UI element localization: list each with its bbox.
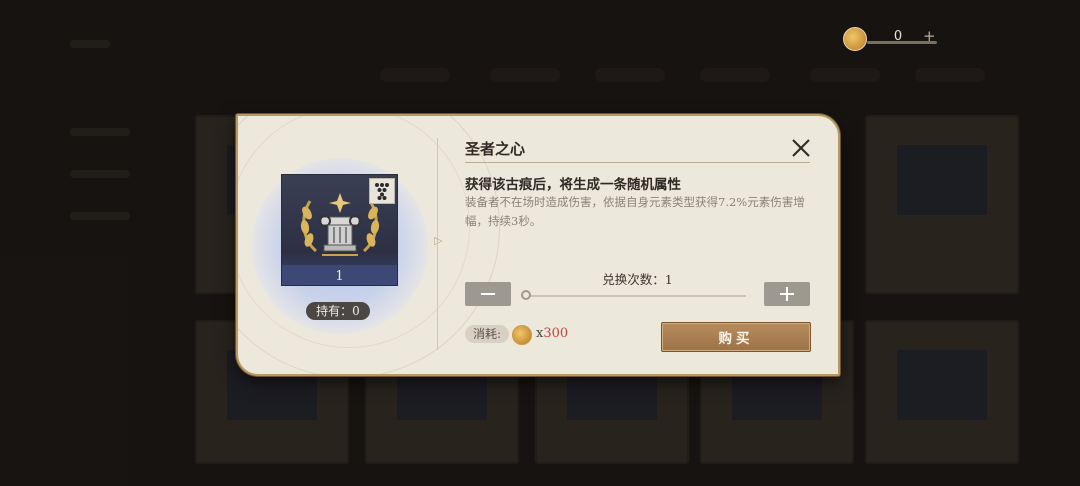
quantity-slider-track[interactable]: [526, 295, 746, 297]
decrease-button[interactable]: [465, 282, 511, 306]
add-currency-button[interactable]: +: [923, 27, 936, 45]
quantity-slider-handle[interactable]: [521, 290, 531, 300]
coin-icon: [512, 325, 532, 345]
purchase-dialog: 1 持有：0 ▷ 圣者之心 获得该古痕后，将生成一条随机属性 装备者不在场时造成…: [236, 114, 840, 376]
increase-button[interactable]: [764, 282, 810, 306]
item-count: 1: [335, 269, 344, 284]
close-button[interactable]: [789, 136, 813, 160]
arrow-decoration-icon: ▷: [434, 234, 443, 247]
title-divider: [465, 162, 810, 163]
plus-icon: [780, 287, 794, 301]
coin-icon: [843, 27, 867, 51]
cost-label: 消耗:: [465, 325, 509, 343]
cost-value: 300: [543, 326, 569, 341]
buy-button[interactable]: 购买: [661, 322, 811, 352]
minus-icon: [481, 293, 495, 295]
item-title: 圣者之心: [465, 140, 526, 158]
item-description: 装备者不在场时造成伤害，依据自身元素类型获得7.2%元素伤害增幅，持续3秒。: [465, 195, 805, 228]
owned-count-pill: 持有：0: [306, 302, 370, 320]
item-card: 1: [281, 174, 398, 286]
currency-display: 0 +: [843, 27, 943, 51]
item-subtitle: 获得该古痕后，将生成一条随机属性: [465, 177, 681, 193]
cost-amount: x300: [536, 326, 568, 341]
close-icon: [792, 139, 810, 157]
currency-amount: 0: [893, 29, 903, 44]
exchange-count-label: 兑换次数：1: [602, 272, 673, 287]
rank-badge-icon: [369, 178, 395, 204]
